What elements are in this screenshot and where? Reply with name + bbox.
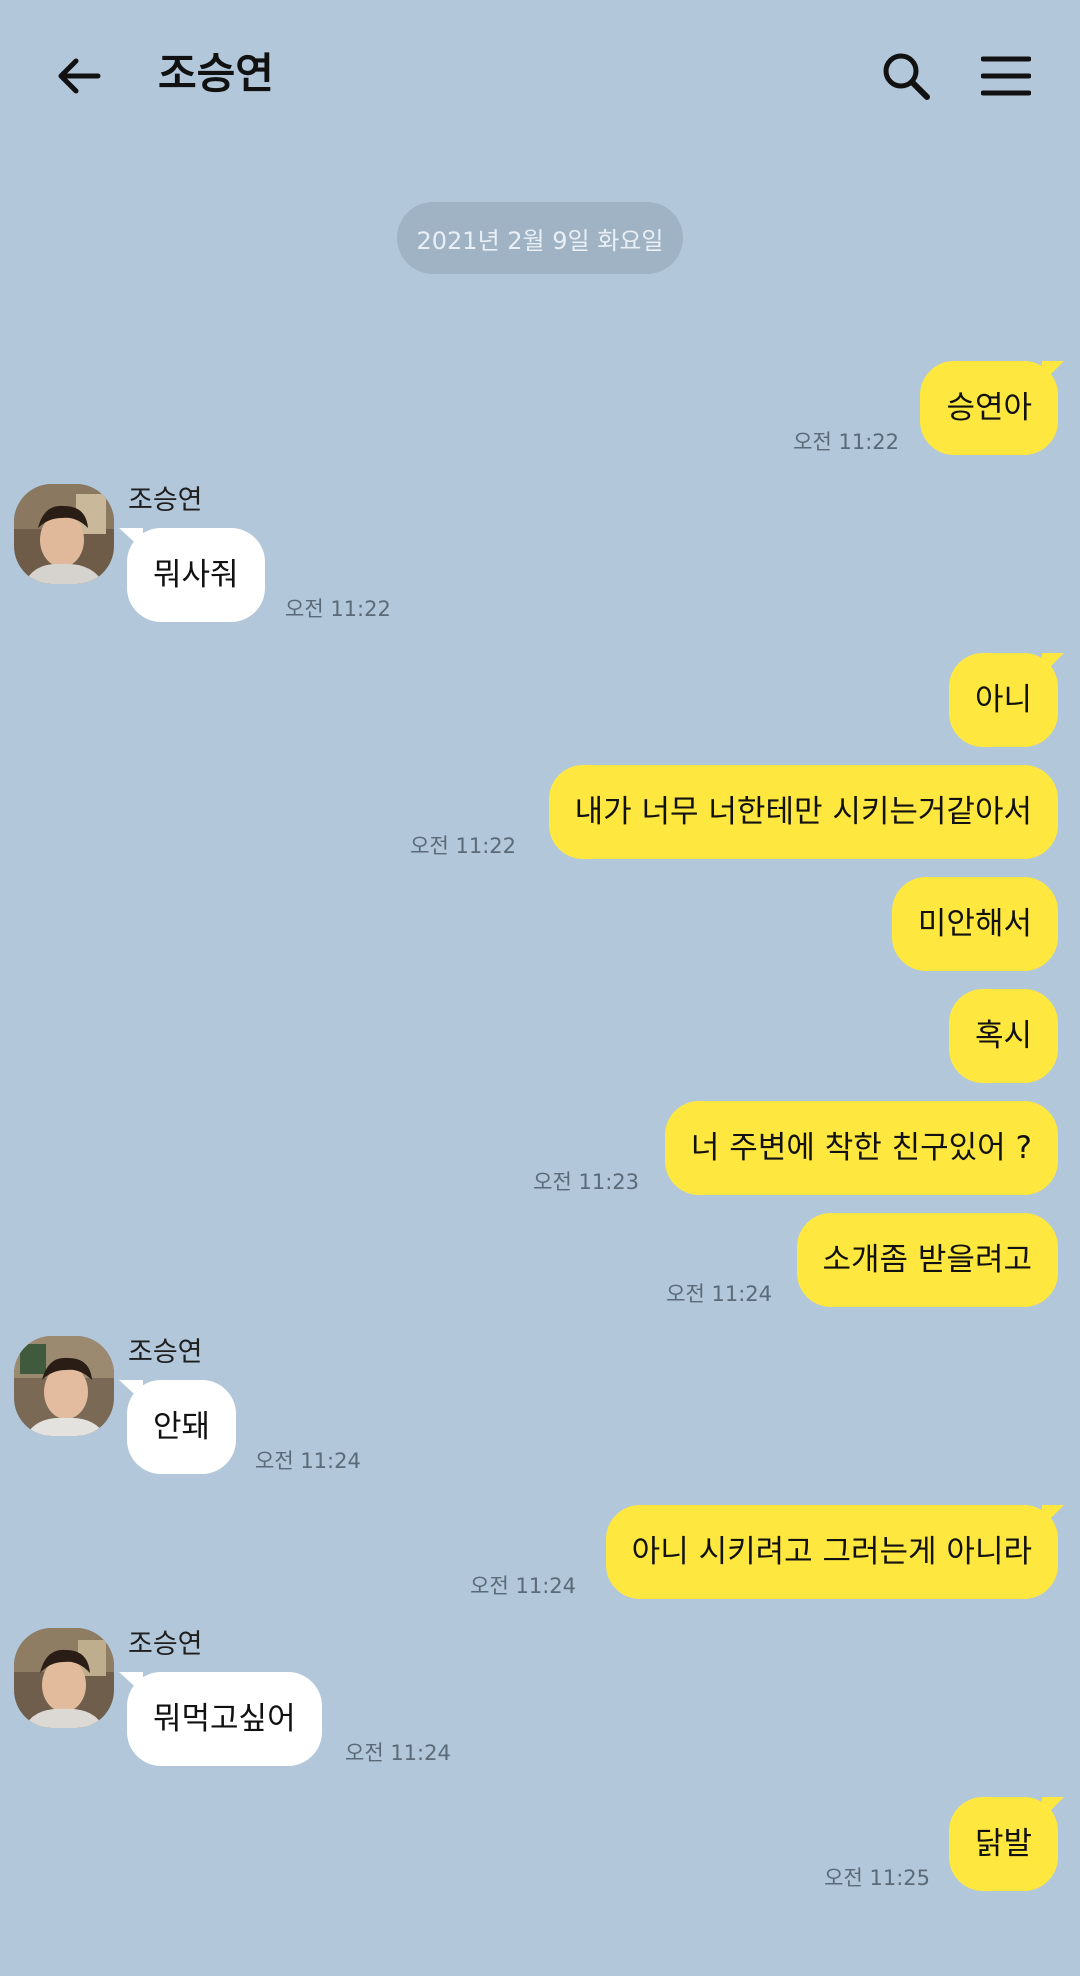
my-message-bubble[interactable]: 소개좀 받을려고 — [796, 1213, 1058, 1307]
profile-photo — [14, 1336, 114, 1436]
my-message-bubble[interactable]: 너 주변에 착한 친구있어 ? — [664, 1101, 1058, 1195]
my-message-bubble[interactable]: 미안해서 — [891, 877, 1058, 971]
search-icon — [883, 53, 930, 100]
date-divider: 2021년 2월 9일 화요일 — [397, 202, 683, 274]
profile-photo — [14, 484, 114, 584]
sender-name: 조승연 — [128, 1629, 203, 1660]
message-time: 오전 11:23 — [533, 1170, 639, 1194]
my-message-bubble[interactable]: 아니 — [948, 653, 1058, 747]
message-time: 오전 11:24 — [470, 1574, 576, 1598]
sender-name: 조승연 — [128, 485, 203, 516]
avatar[interactable] — [14, 1628, 114, 1728]
their-message-bubble[interactable]: 뭐먹고싶어 — [127, 1672, 322, 1766]
message-time: 오전 11:22 — [285, 597, 391, 621]
message-time: 오전 11:22 — [793, 430, 899, 454]
message-time: 오전 11:24 — [255, 1449, 361, 1473]
chat-title: 조승연 — [158, 49, 274, 98]
my-message-bubble[interactable]: 아니 시키려고 그러는게 아니라 — [605, 1505, 1058, 1599]
profile-photo — [14, 1628, 114, 1728]
arrow-left-icon — [58, 58, 101, 94]
hamburger-menu-icon — [981, 56, 1031, 96]
my-message-bubble[interactable]: 닭발 — [948, 1797, 1058, 1891]
message-time: 오전 11:24 — [666, 1282, 772, 1306]
message-time: 오전 11:24 — [345, 1741, 451, 1765]
search-button[interactable] — [868, 38, 944, 114]
sender-name: 조승연 — [128, 1337, 203, 1368]
message-time: 오전 11:22 — [410, 834, 516, 858]
their-message-bubble[interactable]: 뭐사줘 — [127, 528, 265, 622]
my-message-bubble[interactable]: 승연아 — [920, 361, 1058, 455]
their-message-bubble[interactable]: 안돼 — [127, 1380, 237, 1474]
my-message-bubble[interactable]: 혹시 — [948, 989, 1058, 1083]
back-button[interactable] — [40, 38, 116, 114]
my-message-bubble[interactable]: 내가 너무 너한테만 시키는거같아서 — [548, 765, 1058, 859]
avatar[interactable] — [14, 1336, 114, 1436]
chat-header: 조승연 — [0, 0, 1080, 150]
message-time: 오전 11:25 — [824, 1866, 930, 1890]
avatar[interactable] — [14, 484, 114, 584]
menu-button[interactable] — [968, 38, 1044, 114]
